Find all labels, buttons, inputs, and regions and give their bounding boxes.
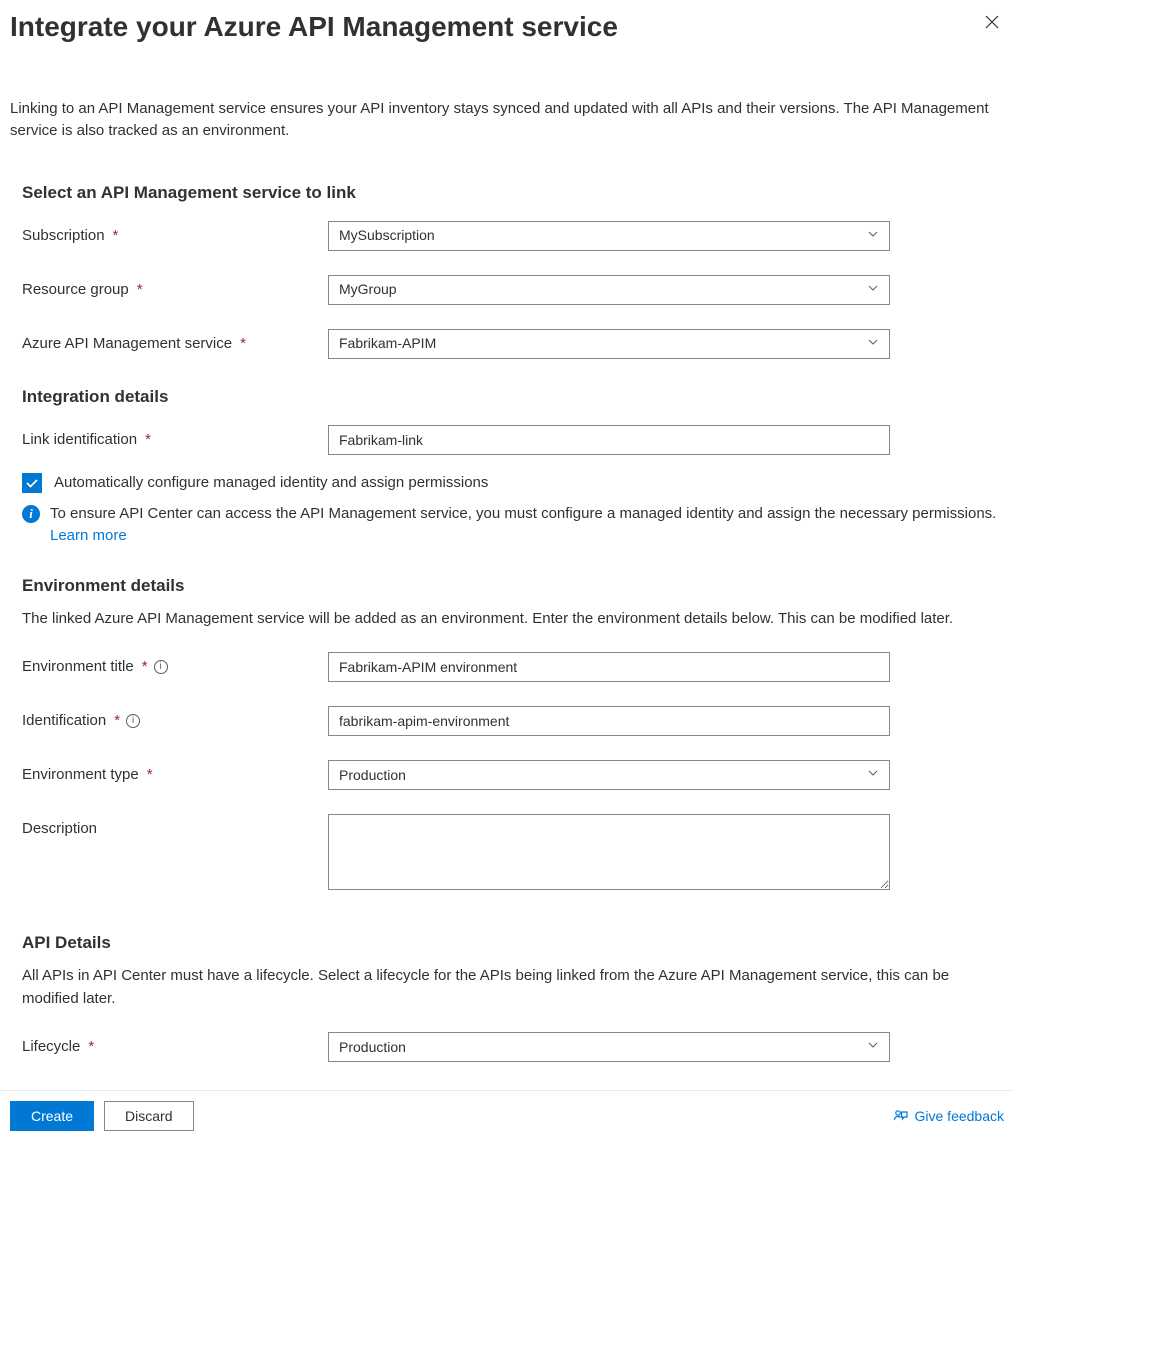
page-title: Integrate your Azure API Management serv…: [10, 10, 618, 44]
info-text: To ensure API Center can access the API …: [50, 503, 1004, 548]
close-icon: [984, 14, 1000, 30]
env-type-value: Production: [339, 767, 406, 784]
intro-text: Linking to an API Management service ens…: [10, 98, 1004, 143]
section-env-heading: Environment details: [22, 576, 1004, 596]
env-desc-label: Description: [22, 814, 328, 837]
env-type-label: Environment type*: [22, 760, 328, 783]
env-title-input[interactable]: [328, 652, 890, 682]
info-icon: i: [22, 505, 40, 523]
subscription-label: Subscription*: [22, 221, 328, 244]
info-tooltip-icon[interactable]: i: [126, 714, 140, 728]
resource-group-select[interactable]: MyGroup: [328, 275, 890, 305]
env-desc-input[interactable]: [328, 814, 890, 890]
chevron-down-icon: [867, 336, 879, 351]
link-id-label: Link identification*: [22, 425, 328, 448]
create-button[interactable]: Create: [10, 1101, 94, 1131]
subscription-value: MySubscription: [339, 227, 435, 244]
lifecycle-select[interactable]: Production: [328, 1032, 890, 1062]
section-select-heading: Select an API Management service to link: [22, 183, 1004, 203]
apim-service-label: Azure API Management service*: [22, 329, 328, 352]
chevron-down-icon: [867, 228, 879, 243]
env-type-select[interactable]: Production: [328, 760, 890, 790]
env-title-label: Environment title* i: [22, 652, 328, 675]
resource-group-value: MyGroup: [339, 281, 397, 298]
auto-configure-label: Automatically configure managed identity…: [54, 474, 488, 491]
lifecycle-label: Lifecycle*: [22, 1032, 328, 1055]
close-button[interactable]: [980, 10, 1004, 34]
feedback-icon: [893, 1108, 909, 1124]
subscription-select[interactable]: MySubscription: [328, 221, 890, 251]
lifecycle-value: Production: [339, 1039, 406, 1056]
api-desc: All APIs in API Center must have a lifec…: [22, 965, 1004, 1010]
env-id-input[interactable]: [328, 706, 890, 736]
section-api-heading: API Details: [22, 933, 1004, 953]
apim-service-value: Fabrikam-APIM: [339, 335, 436, 352]
check-icon: [25, 476, 39, 490]
link-id-input[interactable]: [328, 425, 890, 455]
section-integration-heading: Integration details: [22, 387, 1004, 407]
info-tooltip-icon[interactable]: i: [154, 660, 168, 674]
env-desc: The linked Azure API Management service …: [22, 608, 1004, 631]
chevron-down-icon: [867, 282, 879, 297]
auto-configure-checkbox[interactable]: [22, 473, 42, 493]
env-id-label: Identification* i: [22, 706, 328, 729]
chevron-down-icon: [867, 767, 879, 782]
apim-service-select[interactable]: Fabrikam-APIM: [328, 329, 890, 359]
discard-button[interactable]: Discard: [104, 1101, 193, 1131]
chevron-down-icon: [867, 1039, 879, 1054]
resource-group-label: Resource group*: [22, 275, 328, 298]
learn-more-link[interactable]: Learn more: [50, 527, 127, 544]
give-feedback-link[interactable]: Give feedback: [893, 1108, 1005, 1124]
